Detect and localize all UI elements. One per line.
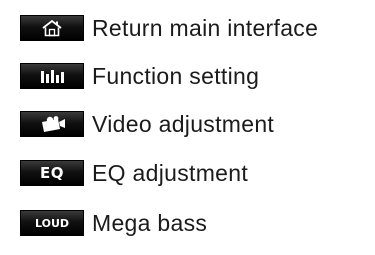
menu-list: Return main interface Function setting V… xyxy=(0,0,375,255)
video-camera-icon xyxy=(20,111,84,137)
menu-item-eq-adjustment[interactable]: EQ EQ adjustment xyxy=(20,155,248,191)
equalizer-bars-icon xyxy=(20,63,84,89)
menu-item-label: Video adjustment xyxy=(92,110,275,137)
menu-item-video-adjustment[interactable]: Video adjustment xyxy=(20,106,274,142)
loud-icon-text: LOUD xyxy=(34,216,70,230)
eq-icon: EQ xyxy=(20,160,84,186)
menu-item-return-main-interface[interactable]: Return main interface xyxy=(20,10,318,46)
menu-item-function-setting[interactable]: Function setting xyxy=(20,58,259,94)
menu-item-label: Mega bass xyxy=(92,209,208,236)
menu-item-label: Return main interface xyxy=(92,14,319,41)
menu-item-label: Function setting xyxy=(92,62,260,89)
eq-icon-text: EQ xyxy=(40,164,64,182)
menu-item-mega-bass[interactable]: LOUD Mega bass xyxy=(20,205,207,241)
menu-item-label: EQ adjustment xyxy=(92,159,249,186)
loud-icon: LOUD xyxy=(20,210,84,236)
home-icon xyxy=(20,15,84,41)
